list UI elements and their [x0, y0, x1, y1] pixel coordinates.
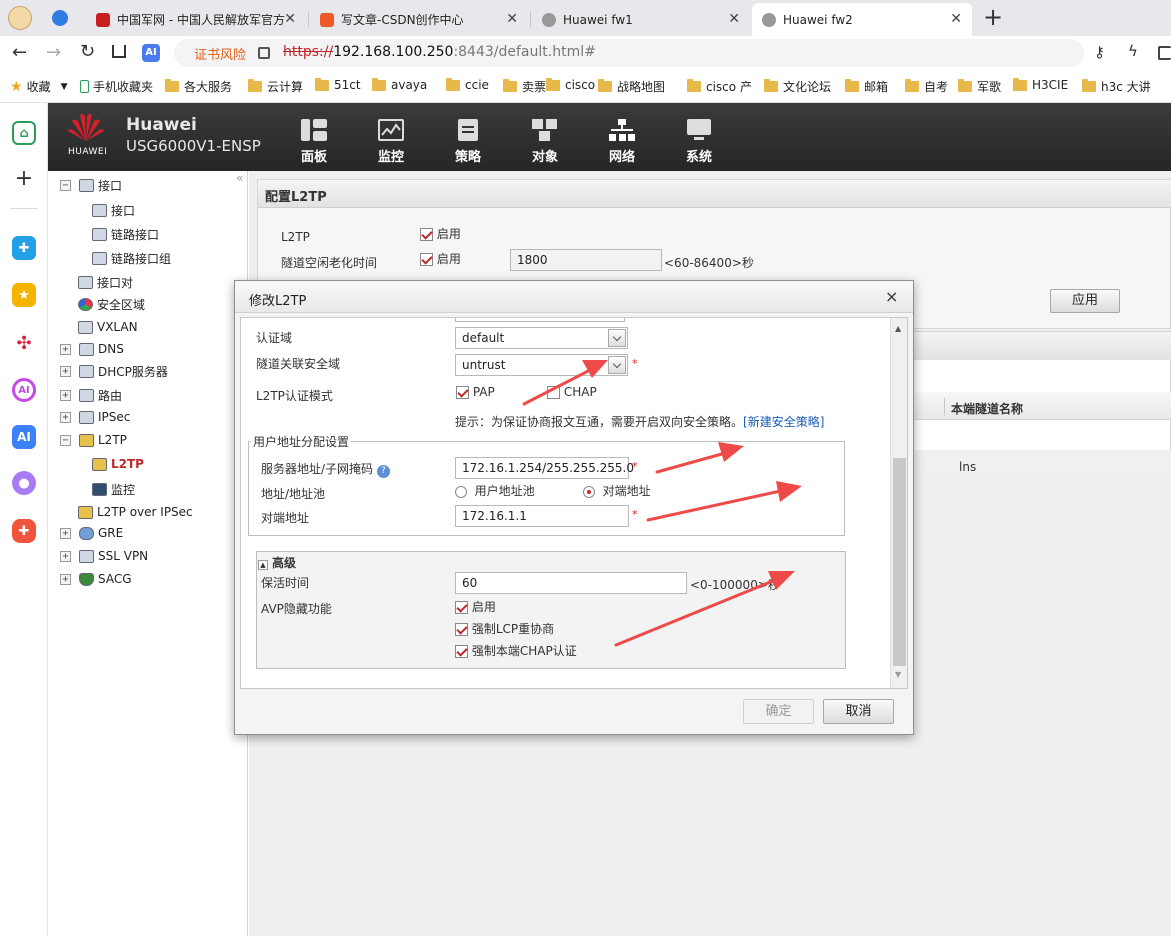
arrow-annotation — [522, 365, 598, 406]
arrow-head — [776, 481, 802, 502]
arrow-annotation — [614, 576, 782, 647]
arrow-head — [768, 571, 795, 590]
arrow-annotation — [646, 488, 787, 522]
arrow-head — [582, 360, 608, 378]
annotation-arrows — [522, 360, 802, 647]
arrow-head — [718, 442, 744, 462]
arrow-annotation — [655, 450, 731, 474]
